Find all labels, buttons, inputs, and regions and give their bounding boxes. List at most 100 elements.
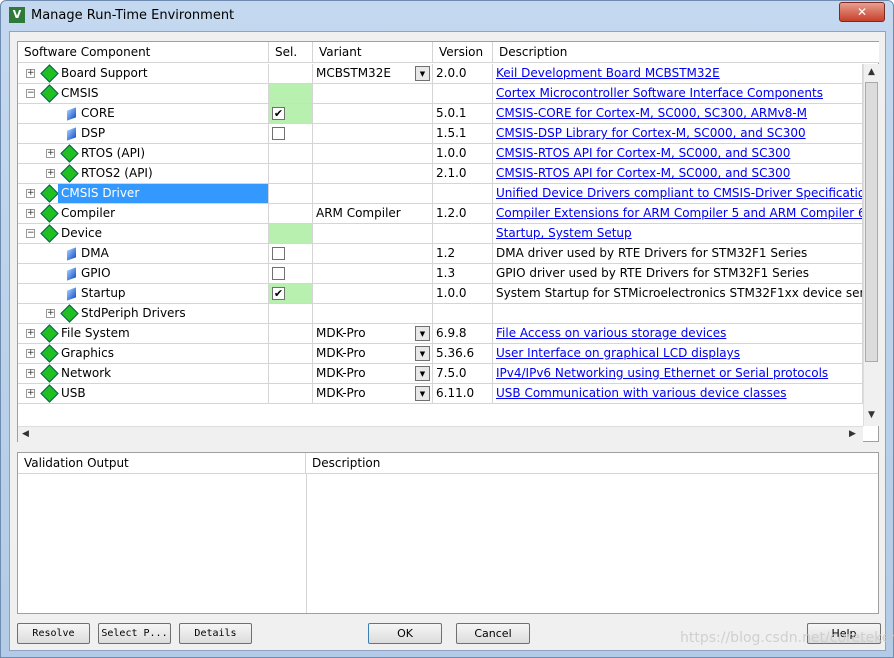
dropdown-arrow-icon[interactable]: ▼ xyxy=(415,386,430,401)
sel-cell[interactable] xyxy=(269,64,313,84)
sel-cell[interactable] xyxy=(269,384,313,404)
component-cell[interactable]: + StdPeriph Drivers xyxy=(18,304,269,324)
select-checkbox[interactable]: ✔ xyxy=(272,287,285,300)
collapse-icon[interactable]: − xyxy=(26,229,35,238)
sel-cell[interactable] xyxy=(269,304,313,324)
header-description[interactable]: Description xyxy=(493,42,879,63)
component-row[interactable]: + USB MDK-Pro ▼ 6.11.0 USB Communication with… xyxy=(18,384,863,404)
description-link[interactable]: IPv4/IPv6 Networking using Ethernet or S… xyxy=(496,366,828,380)
component-row[interactable]: + Board Support MCBSTM32E ▼ 2.0.0 Keil Develo… xyxy=(18,64,863,84)
select-checkbox[interactable]: ✔ xyxy=(272,107,285,120)
component-row[interactable]: + StdPeriph Drivers xyxy=(18,304,863,324)
component-cell[interactable]: + Compiler xyxy=(18,204,269,224)
description-link[interactable]: User Interface on graphical LCD displays xyxy=(496,346,740,360)
select-packs-button[interactable]: Select P... xyxy=(98,623,171,644)
expand-icon[interactable]: + xyxy=(26,369,35,378)
sel-cell[interactable] xyxy=(269,264,313,284)
scroll-right-icon[interactable]: ▶ xyxy=(849,429,856,439)
description-link[interactable]: Cortex Microcontroller Software Interfac… xyxy=(496,86,823,100)
sel-cell[interactable] xyxy=(269,324,313,344)
scrollbar-thumb[interactable] xyxy=(865,82,878,362)
component-cell[interactable]: CORE xyxy=(18,104,269,124)
select-checkbox[interactable] xyxy=(272,267,285,280)
sel-cell[interactable] xyxy=(269,84,313,104)
expand-icon[interactable]: + xyxy=(26,329,35,338)
description-link[interactable]: USB Communication with various device cl… xyxy=(496,386,787,400)
component-cell[interactable]: DSP xyxy=(18,124,269,144)
expand-icon[interactable]: + xyxy=(26,69,35,78)
expand-icon[interactable]: + xyxy=(46,169,55,178)
description-link[interactable]: CMSIS-CORE for Cortex-M, SC000, SC300, A… xyxy=(496,106,807,120)
component-row[interactable]: + Graphics MDK-Pro ▼ 5.36.6 User Interface on… xyxy=(18,344,863,364)
sel-cell[interactable] xyxy=(269,344,313,364)
scroll-left-icon[interactable]: ◀ xyxy=(22,429,29,439)
sel-cell[interactable] xyxy=(269,164,313,184)
component-row[interactable]: + CMSIS Driver Unified Device Drivers comp… xyxy=(18,184,863,204)
dropdown-arrow-icon[interactable]: ▼ xyxy=(415,66,430,81)
expand-icon[interactable]: + xyxy=(46,149,55,158)
dropdown-arrow-icon[interactable]: ▼ xyxy=(415,366,430,381)
details-button[interactable]: Details xyxy=(179,623,252,644)
component-row[interactable]: − Device Startup, System Setup xyxy=(18,224,863,244)
cancel-button[interactable]: Cancel xyxy=(456,623,530,644)
component-row[interactable]: DSP 1.5.1 CMSIS-DSP Library for Cortex-M, … xyxy=(18,124,863,144)
component-cell[interactable]: GPIO xyxy=(18,264,269,284)
description-link[interactable]: CMSIS-RTOS API for Cortex-M, SC000, and … xyxy=(496,166,790,180)
component-row[interactable]: GPIO 1.3 GPIO driver used by RTE Drivers f… xyxy=(18,264,863,284)
resolve-button[interactable]: Resolve xyxy=(17,623,90,644)
description-link[interactable]: File Access on various storage devices xyxy=(496,326,726,340)
component-cell[interactable]: DMA xyxy=(18,244,269,264)
component-cell[interactable]: + Network xyxy=(18,364,269,384)
component-cell[interactable]: + RTOS2 (API) xyxy=(18,164,269,184)
component-row[interactable]: + RTOS2 (API) 2.1.0 CMSIS-RTOS API for Cort… xyxy=(18,164,863,184)
component-row[interactable]: CORE ✔ 5.0.1 CMSIS-CORE for Cortex-M, SC000… xyxy=(18,104,863,124)
component-row[interactable]: + Network MDK-Pro ▼ 7.5.0 IPv4/IPv6 Networkin… xyxy=(18,364,863,384)
description-link[interactable]: Compiler Extensions for ARM Compiler 5 a… xyxy=(496,206,862,220)
expand-icon[interactable]: + xyxy=(46,309,55,318)
header-software-component[interactable]: Software Component xyxy=(18,42,269,63)
sel-cell[interactable]: ✔ xyxy=(269,284,313,304)
description-link[interactable]: Unified Device Drivers compliant to CMSI… xyxy=(496,186,862,200)
sel-cell[interactable] xyxy=(269,244,313,264)
sel-cell[interactable] xyxy=(269,224,313,244)
select-checkbox[interactable] xyxy=(272,127,285,140)
description-link[interactable]: CMSIS-DSP Library for Cortex-M, SC000, a… xyxy=(496,126,806,140)
vertical-scrollbar[interactable]: ▲ ▼ xyxy=(863,64,879,426)
dropdown-arrow-icon[interactable]: ▼ xyxy=(415,346,430,361)
component-row[interactable]: − CMSIS Cortex Microcontroller Software In… xyxy=(18,84,863,104)
component-row[interactable]: + Compiler ARM Compiler 1.2.0 Compiler Exten… xyxy=(18,204,863,224)
variant-cell[interactable]: MCBSTM32E ▼ xyxy=(313,64,433,84)
component-cell[interactable]: + Board Support xyxy=(18,64,269,84)
sel-cell[interactable]: ✔ xyxy=(269,104,313,124)
component-cell[interactable]: Startup xyxy=(18,284,269,304)
component-row[interactable]: + File System MDK-Pro ▼ 6.9.8 File Access on … xyxy=(18,324,863,344)
component-cell[interactable]: + RTOS (API) xyxy=(18,144,269,164)
ok-button[interactable]: OK xyxy=(368,623,442,644)
component-cell[interactable]: + CMSIS Driver xyxy=(18,184,269,204)
component-cell[interactable]: + Graphics xyxy=(18,344,269,364)
sel-cell[interactable] xyxy=(269,364,313,384)
variant-cell[interactable]: MDK-Pro ▼ xyxy=(313,364,433,384)
select-checkbox[interactable] xyxy=(272,247,285,260)
description-link[interactable]: CMSIS-RTOS API for Cortex-M, SC000, and … xyxy=(496,146,790,160)
sel-cell[interactable] xyxy=(269,124,313,144)
header-sel[interactable]: Sel. xyxy=(269,42,313,63)
component-row[interactable]: DMA 1.2 DMA driver used by RTE Drivers for… xyxy=(18,244,863,264)
component-row[interactable]: Startup ✔ 1.0.0 System Startup for STMicroe… xyxy=(18,284,863,304)
expand-icon[interactable]: + xyxy=(26,349,35,358)
description-link[interactable]: Startup, System Setup xyxy=(496,226,632,240)
component-cell[interactable]: − CMSIS xyxy=(18,84,269,104)
expand-icon[interactable]: + xyxy=(26,189,35,198)
expand-icon[interactable]: + xyxy=(26,209,35,218)
component-cell[interactable]: + File System xyxy=(18,324,269,344)
dropdown-arrow-icon[interactable]: ▼ xyxy=(415,326,430,341)
sel-cell[interactable] xyxy=(269,204,313,224)
collapse-icon[interactable]: − xyxy=(26,89,35,98)
sel-cell[interactable] xyxy=(269,144,313,164)
sel-cell[interactable] xyxy=(269,184,313,204)
scroll-down-icon[interactable]: ▼ xyxy=(868,410,875,420)
component-cell[interactable]: + USB xyxy=(18,384,269,404)
description-link[interactable]: Keil Development Board MCBSTM32E xyxy=(496,66,720,80)
variant-cell[interactable]: MDK-Pro ▼ xyxy=(313,344,433,364)
variant-cell[interactable]: MDK-Pro ▼ xyxy=(313,384,433,404)
